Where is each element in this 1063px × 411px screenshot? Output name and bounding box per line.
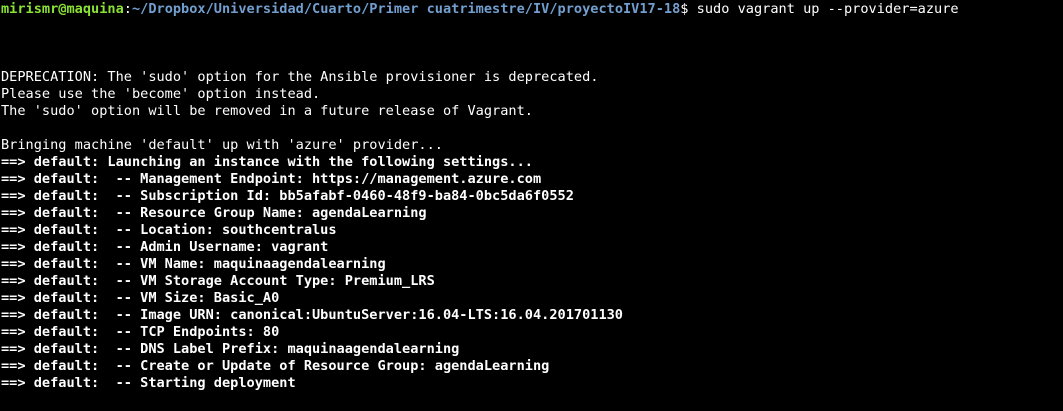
output-line: ==> default: -- Image URN: canonical:Ubu… — [1, 307, 623, 323]
deprecation-line: The 'sudo' option will be removed in a f… — [1, 103, 533, 119]
deprecation-line: DEPRECATION: The 'sudo' option for the A… — [1, 69, 599, 85]
output-line: ==> default: -- Admin Username: vagrant — [1, 239, 329, 255]
output-line: ==> default: -- TCP Endpoints: 80 — [1, 324, 280, 340]
prompt-command: sudo vagrant up --provider=azure — [696, 1, 959, 17]
blank-gap — [1, 18, 1063, 69]
output-line: ==> default: -- DNS Label Prefix: maquin… — [1, 341, 460, 357]
deprecation-line: Please use the 'become' option instead. — [1, 86, 321, 102]
prompt-separator: : — [123, 1, 132, 17]
output-line: ==> default: -- VM Storage Account Type:… — [1, 273, 435, 289]
output-line: ==> default: -- Management Endpoint: htt… — [1, 171, 542, 187]
prompt-symbol: $ — [680, 1, 697, 17]
bringing-up-line: Bringing machine 'default' up with 'azur… — [1, 137, 443, 153]
output-line: ==> default: -- Create or Update of Reso… — [1, 358, 550, 374]
prompt-path: ~/Dropbox/Universidad/Cuarto/Primer cuat… — [131, 1, 681, 17]
output-line: ==> default: Launching an instance with … — [1, 154, 533, 170]
output-line: ==> default: -- Subscription Id: bb5afab… — [1, 188, 574, 204]
terminal-window[interactable]: mirismr@maquina:~/Dropbox/Universidad/Cu… — [0, 0, 1063, 411]
output-line: ==> default: -- Location: southcentralus — [1, 222, 337, 238]
output-line: ==> default: -- VM Name: maquinaagendale… — [1, 256, 386, 272]
output-line: ==> default: -- Starting deployment — [1, 375, 296, 391]
prompt-line: mirismr@maquina:~/Dropbox/Universidad/Cu… — [1, 1, 1063, 18]
output-line: ==> default: -- VM Size: Basic_A0 — [1, 290, 280, 306]
prompt-user-host: mirismr@maquina — [1, 1, 124, 17]
output-line: ==> default: -- Resource Group Name: age… — [1, 205, 427, 221]
